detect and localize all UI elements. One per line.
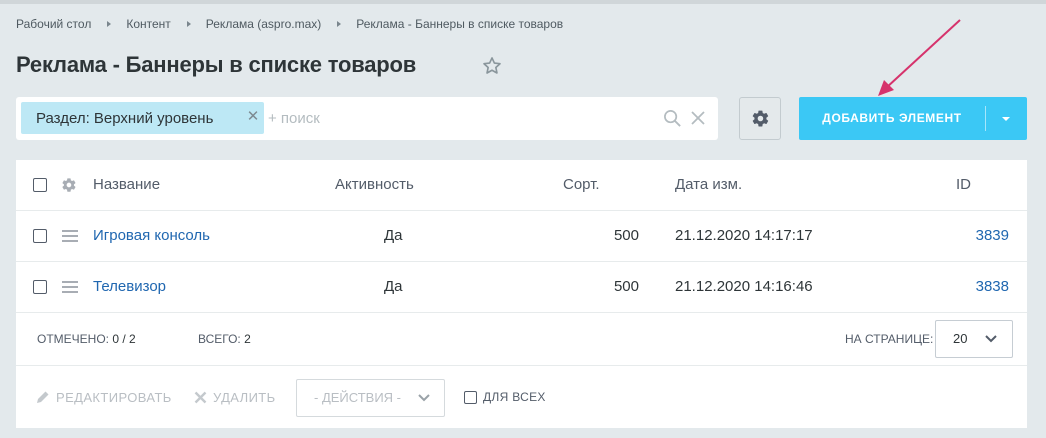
breadcrumb-item-current[interactable]: Реклама - Баннеры в списке товаров xyxy=(356,17,563,31)
for-all-label: ДЛЯ ВСЕХ xyxy=(483,390,546,404)
row-active: Да xyxy=(384,227,403,244)
filter-chip-label: Раздел: Верхний уровень xyxy=(36,109,214,127)
breadcrumb-item-content[interactable]: Контент xyxy=(126,17,170,31)
row-id-link[interactable]: 3839 xyxy=(976,211,1009,261)
page-title: Реклама - Баннеры в списке товаров xyxy=(16,52,417,77)
for-all-toggle[interactable]: ДЛЯ ВСЕХ xyxy=(464,390,546,404)
total-label: ВСЕГО: xyxy=(198,332,241,346)
chevron-right-icon xyxy=(337,21,342,27)
chevron-right-icon xyxy=(107,21,112,27)
drag-handle-icon[interactable] xyxy=(62,230,78,242)
row-id-link[interactable]: 3838 xyxy=(976,262,1009,312)
gear-icon xyxy=(752,110,769,127)
select-all-checkbox[interactable] xyxy=(33,178,47,192)
total-value: 2 xyxy=(244,332,251,346)
chevron-down-icon xyxy=(985,335,997,343)
drag-handle-icon[interactable] xyxy=(62,281,78,293)
delete-button[interactable]: УДАЛИТЬ xyxy=(194,367,276,428)
selected-label: ОТМЕЧЕНО: xyxy=(37,332,109,346)
table-header: Название Активность Сорт. Дата изм. ID xyxy=(16,160,1027,211)
total-count: ВСЕГО: 2 xyxy=(198,313,251,366)
for-all-checkbox[interactable] xyxy=(464,390,477,404)
column-header-date[interactable]: Дата изм. xyxy=(675,160,742,210)
column-header-name[interactable]: Название xyxy=(93,160,160,210)
table-row[interactable]: Игровая консоль Да 500 21.12.2020 14:17:… xyxy=(16,211,1027,262)
per-page-label: НА СТРАНИЦЕ: xyxy=(845,332,934,346)
edit-button[interactable]: РЕДАКТИРОВАТЬ xyxy=(36,367,172,428)
selected-value: 0 / 2 xyxy=(112,332,136,346)
caret-down-icon xyxy=(1002,117,1010,121)
element-grid: Название Активность Сорт. Дата изм. ID И… xyxy=(16,160,1027,428)
cross-icon xyxy=(194,391,207,404)
chevron-down-icon xyxy=(418,394,430,402)
filter-bar: Раздел: Верхний уровень ✕ xyxy=(16,97,718,140)
add-element-dropdown-toggle[interactable] xyxy=(986,97,1027,140)
grid-footer: ОТМЕЧЕНО: 0 / 2 ВСЕГО: 2 НА СТРАНИЦЕ: 20 xyxy=(16,313,1027,366)
row-date: 21.12.2020 14:17:17 xyxy=(675,227,813,244)
column-header-active[interactable]: Активность xyxy=(335,160,414,210)
breadcrumb: Рабочий стол Контент Реклама (aspro.max)… xyxy=(16,17,563,31)
delete-label: УДАЛИТЬ xyxy=(213,390,276,405)
search-icon[interactable] xyxy=(663,109,682,128)
row-checkbox[interactable] xyxy=(33,229,47,243)
breadcrumb-item-desktop[interactable]: Рабочий стол xyxy=(16,17,91,31)
actions-select-value: - ДЕЙСТВИЯ - xyxy=(314,390,402,405)
chevron-right-icon xyxy=(186,21,191,27)
clear-icon[interactable] xyxy=(689,109,707,127)
per-page-value: 20 xyxy=(953,331,968,346)
per-page-select[interactable]: 20 xyxy=(935,320,1013,358)
star-icon[interactable] xyxy=(481,55,503,77)
row-checkbox[interactable] xyxy=(33,280,47,294)
row-sort: 500 xyxy=(613,278,639,295)
breadcrumb-item-ads[interactable]: Реклама (aspro.max) xyxy=(206,17,321,31)
table-row[interactable]: Телевизор Да 500 21.12.2020 14:16:46 383… xyxy=(16,262,1027,313)
selected-count: ОТМЕЧЕНО: 0 / 2 xyxy=(37,313,136,366)
pencil-icon xyxy=(37,391,49,403)
row-date: 21.12.2020 14:16:46 xyxy=(675,278,813,295)
annotation-arrow xyxy=(878,19,961,96)
top-divider xyxy=(0,0,1046,4)
row-name-link[interactable]: Телевизор xyxy=(93,262,166,312)
settings-button[interactable] xyxy=(739,97,781,140)
gear-icon[interactable] xyxy=(61,177,77,193)
actions-select[interactable]: - ДЕЙСТВИЯ - xyxy=(296,379,445,417)
filter-chip-section[interactable]: Раздел: Верхний уровень ✕ xyxy=(21,102,264,134)
column-header-sort[interactable]: Сорт. xyxy=(563,160,600,210)
search-input[interactable] xyxy=(268,102,648,134)
row-name-link[interactable]: Игровая консоль xyxy=(93,211,210,261)
row-active: Да xyxy=(384,278,403,295)
column-header-id[interactable]: ID xyxy=(956,160,971,210)
close-icon[interactable]: ✕ xyxy=(246,109,260,125)
action-bar: РЕДАКТИРОВАТЬ УДАЛИТЬ - ДЕЙСТВИЯ - ДЛЯ В… xyxy=(16,367,1027,428)
edit-label: РЕДАКТИРОВАТЬ xyxy=(56,390,172,405)
row-sort: 500 xyxy=(613,227,639,244)
